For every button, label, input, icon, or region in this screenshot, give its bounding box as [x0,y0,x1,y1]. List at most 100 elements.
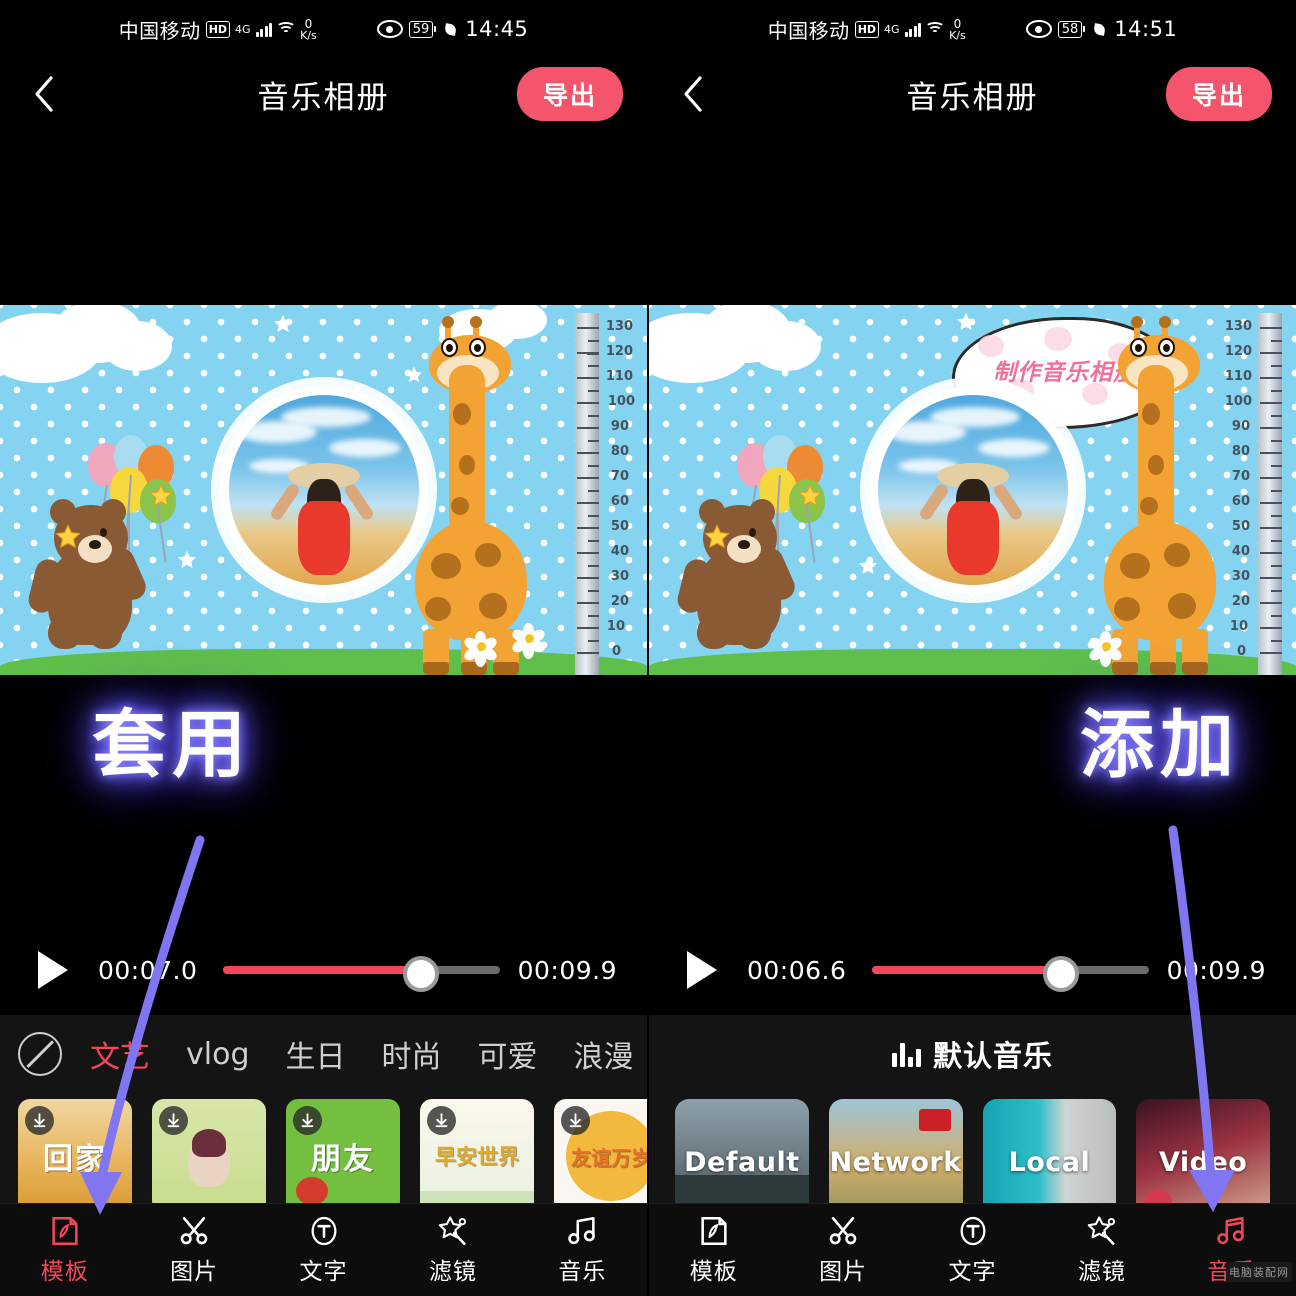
nav-bar: 音乐相册 导出 [0,58,647,130]
giraffe-sticker [1098,316,1226,675]
star-icon [272,313,294,335]
tool-filter[interactable]: 滤镜 [388,1214,517,1286]
ruler-number: 130 [1224,319,1252,334]
tool-picture[interactable]: 图片 [129,1214,258,1286]
ruler-number: 120 [605,344,633,359]
export-button[interactable]: 导出 [1165,67,1272,121]
screenshot-root: 中国移动 HD 4G 0 K/s 59 14:45 音乐相册 导出 130 12… [0,0,1296,1296]
tool-label: 滤镜 [428,1259,477,1285]
user-photo [877,395,1068,585]
canvas-top-padding [649,130,1296,305]
annotation-area: 添加 [649,675,1296,925]
no-template-icon[interactable] [18,1032,62,1076]
category-tab-0[interactable]: 文艺 [90,1032,150,1076]
bottom-toolbar: 模板 图片 文字 滤镜 音乐 [0,1203,647,1296]
tool-label: 文字 [299,1259,348,1285]
ruler-number: 0 [611,644,621,659]
progress-slider[interactable] [872,956,1149,992]
watermark: 电脑装配网 [1226,1262,1292,1282]
download-icon[interactable] [293,1106,322,1135]
battery-icon: 58 [1057,20,1086,38]
speed-value: 0 [304,16,313,31]
battery-icon: 59 [408,20,437,38]
play-icon[interactable] [679,951,725,989]
ruler-number: 70 [610,469,629,484]
export-button[interactable]: 导出 [516,67,623,121]
category-tab-4[interactable]: 可爱 [478,1032,538,1076]
tool-filter[interactable]: 滤镜 [1037,1214,1166,1286]
ruler-number: 90 [1231,419,1250,434]
progress-slider[interactable] [223,956,500,992]
cloud-icon-left [649,305,821,390]
category-tab-3[interactable]: 时尚 [382,1032,442,1076]
star-icon [857,555,879,577]
status-left-group: 中国移动 HD 4G 0 K/s [768,15,966,44]
tool-text[interactable]: 文字 [908,1214,1037,1286]
star-icon [703,523,731,551]
ruler-number: 60 [1231,494,1250,509]
carrier-label: 中国移动 [767,18,850,43]
tool-label: 滤镜 [1077,1259,1126,1285]
star-icon [54,523,82,551]
ruler-number: 90 [610,419,629,434]
tool-template[interactable]: 模板 [0,1214,129,1286]
download-icon[interactable] [159,1106,188,1135]
network-speed: 0 K/s [300,18,317,41]
ruler-number: 30 [610,569,629,584]
speed-unit: K/s [949,28,966,42]
wifi-icon [276,21,297,37]
speed-value: 0 [953,16,962,31]
status-right-group: 58 14:51 [1025,17,1178,41]
tool-template[interactable]: 模板 [649,1214,778,1286]
playback-bar: 00:07.0 00:09.9 [0,925,647,1015]
back-icon[interactable] [24,74,64,114]
eye-icon [376,20,403,38]
category-tab-5[interactable]: 浪漫 [574,1032,634,1076]
ruler-number: 50 [1231,519,1250,534]
tool-text[interactable]: 文字 [259,1214,388,1286]
download-icon[interactable] [427,1106,456,1135]
giraffe-sticker [409,316,537,675]
ruler-number: 20 [1231,594,1250,609]
category-tab-1[interactable]: vlog [186,1037,250,1072]
height-ruler: 130 120 110 100 90 80 70 60 50 40 30 20 … [1225,313,1282,675]
ruler-number: 20 [610,594,629,609]
grass-decoration [0,649,647,675]
circular-photo-frame[interactable] [219,386,428,594]
flower-icon [510,623,547,659]
ruler-number: 70 [1231,469,1250,484]
category-tab-2[interactable]: 生日 [286,1032,346,1076]
speed-unit: K/s [300,28,317,42]
play-icon[interactable] [30,951,76,989]
status-bar: 中国移动 HD 4G 0 K/s 59 14:45 [0,0,647,58]
current-time: 00:06.6 [747,955,847,985]
star-icon [797,483,823,509]
current-time: 00:07.0 [98,955,198,985]
network-speed: 0 K/s [949,18,966,41]
hd-badge: HD [854,20,880,38]
ruler-number: 80 [1231,444,1250,459]
download-icon[interactable] [25,1106,54,1135]
circular-photo-frame[interactable] [868,386,1077,594]
preview-canvas[interactable]: 130 120 110 100 90 80 70 60 50 40 30 20 … [0,305,647,675]
tool-label: 图片 [170,1259,219,1285]
bear-with-balloons-sticker [25,435,186,649]
tool-label: 模板 [689,1259,738,1285]
ruler-number: 100 [607,394,635,409]
star-icon [955,311,977,333]
phone-screen-left: 中国移动 HD 4G 0 K/s 59 14:45 音乐相册 导出 130 12… [0,0,649,1296]
preview-canvas[interactable]: 制作音乐相册 130 120 110 100 90 80 70 60 50 40… [649,305,1296,675]
music-panel-header: 默认音乐 [649,1015,1296,1093]
carrier-label: 中国移动 [118,18,201,43]
download-icon[interactable] [561,1106,590,1135]
tool-picture[interactable]: 图片 [778,1214,907,1286]
tool-music[interactable]: 音乐 [518,1214,647,1286]
music-panel-title: 默认音乐 [932,1039,1053,1073]
back-icon[interactable] [673,74,713,114]
tool-label: 音乐 [558,1259,607,1285]
network-type-label: 4G [884,22,900,36]
ruler-number: 10 [1229,619,1248,634]
flower-icon [462,631,499,667]
height-ruler: 130 120 110 100 90 80 70 60 50 40 30 20 … [575,313,635,675]
status-bar: 中国移动 HD 4G 0 K/s 58 14:51 [649,0,1296,58]
